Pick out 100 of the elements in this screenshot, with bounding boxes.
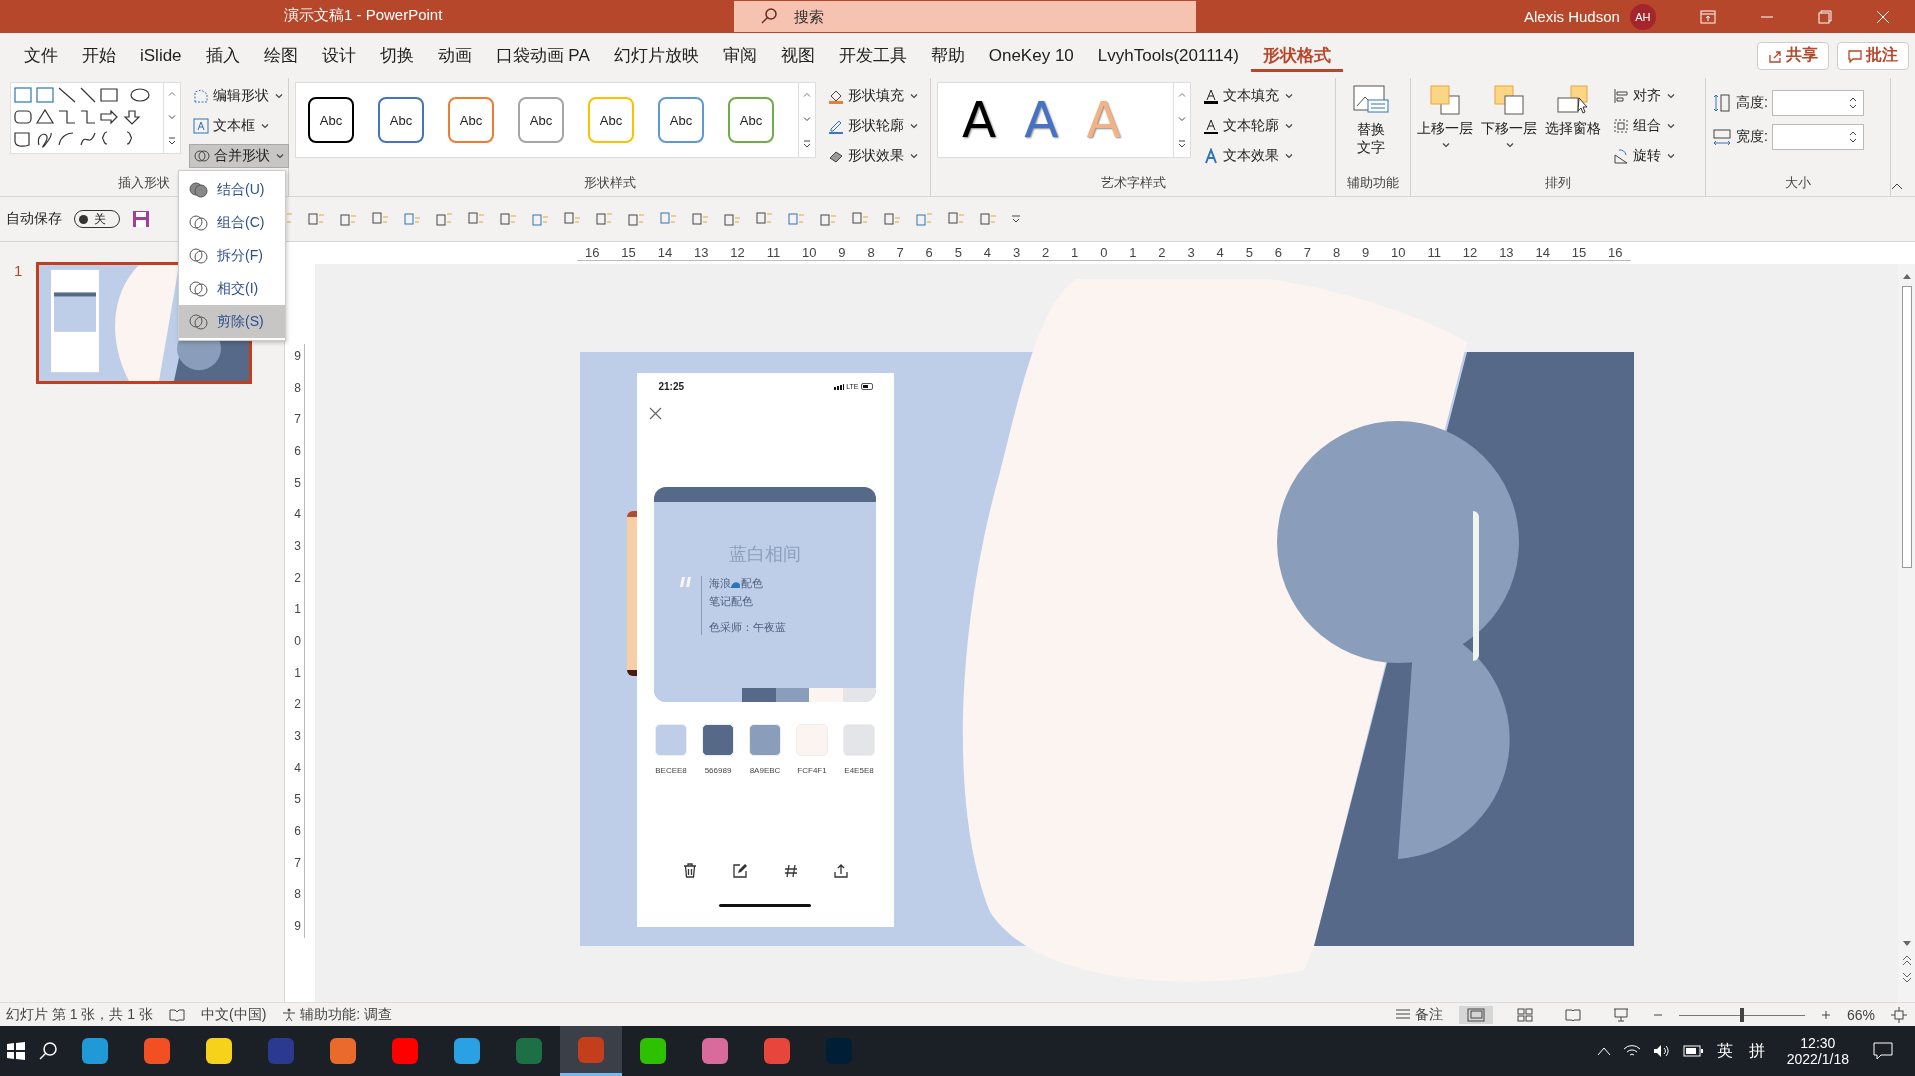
scroll-up-icon[interactable] bbox=[1901, 272, 1912, 280]
ribbon-tab[interactable]: 视图 bbox=[768, 37, 827, 74]
wordart-preset[interactable]: A bbox=[962, 91, 997, 149]
ribbon-tab[interactable]: 形状格式 bbox=[1250, 39, 1343, 72]
merge-shapes-button[interactable]: 合并形状 bbox=[189, 144, 289, 168]
shape-style-preset[interactable]: Abc bbox=[308, 97, 354, 143]
ribbon-tab[interactable]: OneKey 10 bbox=[976, 37, 1086, 74]
edit-shape-button[interactable]: 编辑形状 bbox=[189, 84, 289, 108]
ribbon-tab[interactable]: 口袋动画 PA bbox=[483, 37, 602, 74]
book-icon[interactable] bbox=[169, 1007, 186, 1022]
menu-item[interactable]: 相交(I) bbox=[179, 272, 285, 305]
ribbon-tab[interactable]: 设计 bbox=[309, 37, 368, 74]
text-effects-button[interactable]: 文本效果 bbox=[1199, 144, 1297, 168]
collapse-ribbon-icon[interactable] bbox=[1891, 182, 1903, 190]
shape-style-preset[interactable]: Abc bbox=[448, 97, 494, 143]
clock-date[interactable]: 2022/1/18 bbox=[1786, 1051, 1849, 1067]
ribbon-tab[interactable]: 插入 bbox=[193, 37, 252, 74]
ribbon-tab[interactable]: 文件 bbox=[12, 37, 70, 74]
scroll-down-icon[interactable] bbox=[168, 114, 176, 120]
trash-icon[interactable] bbox=[682, 863, 697, 878]
browser-icon[interactable] bbox=[82, 1038, 108, 1064]
more-icon[interactable] bbox=[803, 140, 811, 148]
shape-style-preset[interactable]: Abc bbox=[588, 97, 634, 143]
menu-item[interactable]: 剪除(S) bbox=[179, 305, 285, 338]
rotate-button[interactable]: 旋转 bbox=[1609, 144, 1679, 168]
width-field[interactable] bbox=[1771, 124, 1864, 150]
text-box-button[interactable]: 文本框 bbox=[189, 114, 289, 138]
avatar[interactable]: AH bbox=[1629, 3, 1656, 30]
previous-slide-icon[interactable] bbox=[1901, 954, 1912, 966]
text-fill-button[interactable]: 文本填充 bbox=[1199, 84, 1297, 108]
chat-icon[interactable] bbox=[640, 1038, 666, 1064]
close-icon[interactable] bbox=[648, 407, 662, 420]
customize-icon[interactable] bbox=[1010, 214, 1022, 224]
ribbon-tab[interactable]: 开发工具 bbox=[826, 37, 919, 74]
player-icon[interactable] bbox=[206, 1038, 232, 1064]
scroll-down-icon[interactable] bbox=[1178, 116, 1186, 122]
selection-pane-button[interactable]: 选择窗格 bbox=[1545, 82, 1601, 174]
browser-icon[interactable] bbox=[764, 1038, 790, 1064]
color-swatch[interactable] bbox=[843, 724, 875, 756]
chevron-up-icon[interactable] bbox=[1596, 1046, 1611, 1056]
color-swatch[interactable] bbox=[655, 724, 687, 756]
shape-effects-button[interactable]: 形状效果 bbox=[824, 144, 922, 168]
notification-icon[interactable] bbox=[1873, 1042, 1893, 1060]
ribbon-tab[interactable]: 幻灯片放映 bbox=[601, 37, 711, 74]
menu-item[interactable]: 结合(U) bbox=[179, 173, 285, 206]
shape-style-preset[interactable]: Abc bbox=[378, 97, 424, 143]
menu-item[interactable]: 拆分(F) bbox=[179, 239, 285, 272]
app-icon[interactable] bbox=[330, 1038, 356, 1064]
notes-button[interactable]: 备注 bbox=[1394, 1005, 1443, 1024]
language-label[interactable]: 中文(中国) bbox=[201, 1005, 267, 1024]
ribbon-display-icon[interactable] bbox=[1699, 9, 1716, 24]
height-field[interactable] bbox=[1771, 90, 1864, 116]
shape-style-preset[interactable]: Abc bbox=[518, 97, 564, 143]
presentation-icon[interactable] bbox=[578, 1036, 604, 1063]
spinner-arrows-icon[interactable] bbox=[1848, 130, 1857, 144]
shape-style-preset[interactable]: Abc bbox=[658, 97, 704, 143]
next-slide-icon[interactable] bbox=[1901, 972, 1912, 984]
more-icon[interactable] bbox=[168, 136, 176, 145]
ribbon-tab[interactable]: LvyhTools(201114) bbox=[1085, 37, 1251, 74]
align-button[interactable]: 对齐 bbox=[1609, 84, 1679, 108]
scroll-down-icon[interactable] bbox=[1901, 940, 1912, 948]
share-button[interactable]: 共享 bbox=[1757, 41, 1829, 70]
wifi-icon[interactable] bbox=[1622, 1044, 1641, 1058]
share-icon[interactable] bbox=[833, 863, 848, 878]
search-icon[interactable] bbox=[38, 1041, 58, 1061]
ribbon-tab[interactable]: 动画 bbox=[425, 37, 484, 74]
color-swatch[interactable] bbox=[702, 724, 734, 756]
shapes-gallery[interactable] bbox=[10, 82, 181, 154]
bring-forward-button[interactable]: 上移一层 bbox=[1417, 82, 1473, 174]
shape-style-preset[interactable]: Abc bbox=[728, 97, 774, 143]
app-icon[interactable] bbox=[702, 1038, 728, 1064]
wordart-preset[interactable]: A bbox=[1024, 91, 1059, 149]
video-icon[interactable] bbox=[392, 1038, 418, 1064]
spreadsheet-icon[interactable] bbox=[516, 1038, 542, 1064]
app-icon[interactable] bbox=[454, 1038, 480, 1064]
save-icon[interactable] bbox=[132, 210, 150, 228]
normal-view-icon[interactable] bbox=[1458, 1005, 1493, 1024]
input-method[interactable]: 拼 bbox=[1748, 1040, 1765, 1062]
input-language[interactable]: 英 bbox=[1716, 1040, 1733, 1062]
fit-slide-icon[interactable] bbox=[1891, 1006, 1907, 1023]
user-name[interactable]: Alexis Hudson bbox=[1524, 8, 1620, 25]
ribbon-tab[interactable]: 开始 bbox=[70, 37, 128, 74]
search-field[interactable]: 搜索 bbox=[734, 1, 1196, 32]
hashtag-icon[interactable] bbox=[783, 863, 798, 878]
send-backward-button[interactable]: 下移一层 bbox=[1481, 82, 1537, 174]
restore-icon[interactable] bbox=[1817, 9, 1832, 24]
ribbon-tab[interactable]: 切换 bbox=[367, 37, 426, 74]
scroll-thumb[interactable] bbox=[1901, 286, 1912, 568]
zoom-percent[interactable]: 66% bbox=[1846, 1006, 1875, 1023]
shape-outline-button[interactable]: 形状轮廓 bbox=[824, 114, 922, 138]
windows-icon[interactable] bbox=[6, 1041, 26, 1061]
group-button[interactable]: 组合 bbox=[1609, 114, 1679, 138]
menu-item[interactable]: 组合(C) bbox=[179, 206, 285, 239]
zoom-in-icon[interactable] bbox=[1820, 1009, 1831, 1020]
battery-icon[interactable] bbox=[1682, 1045, 1703, 1057]
color-swatch[interactable] bbox=[749, 724, 781, 756]
comments-button[interactable]: 批注 bbox=[1837, 41, 1909, 70]
accessibility-button[interactable]: 辅助功能: 调查 bbox=[282, 1005, 393, 1024]
scroll-bar[interactable] bbox=[1898, 264, 1915, 1002]
spinner-arrows-icon[interactable] bbox=[1848, 96, 1857, 110]
